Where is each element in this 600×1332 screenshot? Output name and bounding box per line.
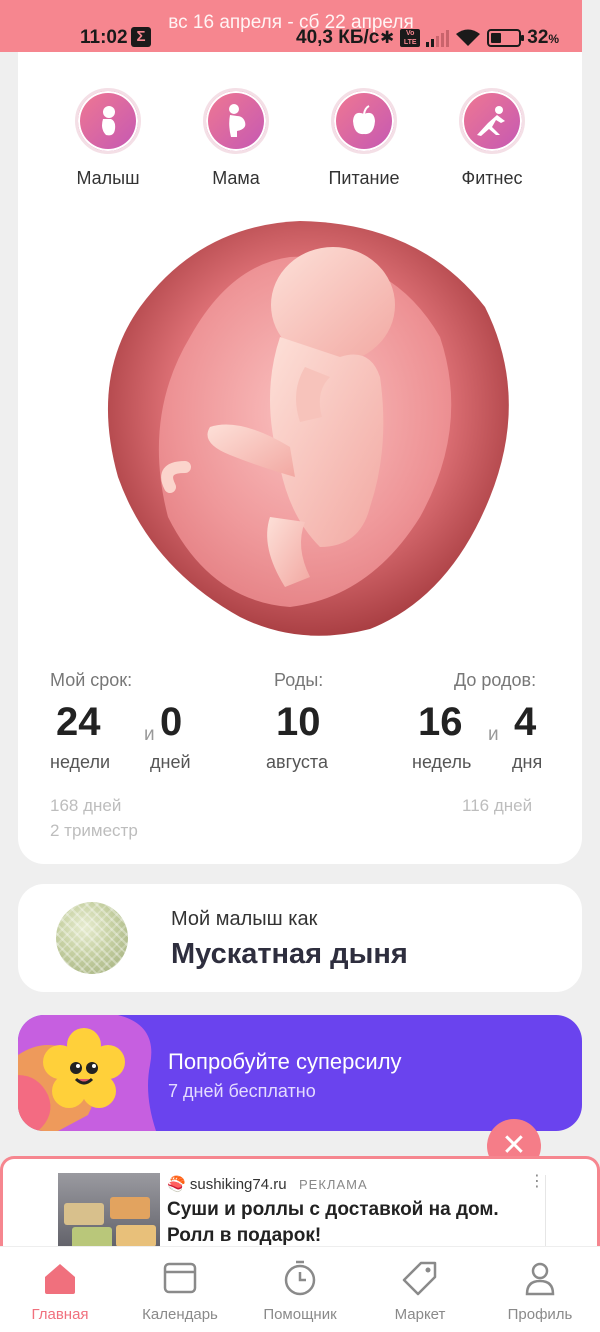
premium-promo-banner[interactable]: Попробуйте суперсилу 7 дней бесплатно — [18, 1015, 582, 1131]
baby-icon — [75, 88, 141, 154]
birth-day: 10 — [276, 700, 321, 744]
ad-image — [58, 1173, 160, 1253]
term-total-days: 168 дней — [50, 796, 122, 815]
category-label: Фитнес — [461, 168, 523, 188]
nav-calendar[interactable]: Календарь — [120, 1259, 240, 1323]
ad-headline: Суши и роллы с доставкой на дом. Ролл в … — [167, 1199, 499, 1246]
nav-label: Календарь — [142, 1306, 218, 1323]
term-days: 0 — [160, 700, 183, 744]
category-nutrition[interactable]: Питание — [314, 88, 414, 189]
pregnancy-card: Малыш Мама Питание Фитнес Мой срок: 24 и… — [18, 52, 582, 864]
remaining-weeks-unit: недель — [412, 752, 472, 772]
birth-month: августа — [266, 752, 328, 772]
ad-menu-icon[interactable]: ⋮ — [529, 1171, 545, 1191]
network-speed: 40,3 КБ/с — [296, 27, 380, 48]
term-days-unit: дней — [150, 752, 191, 772]
nav-profile[interactable]: Профиль — [480, 1259, 600, 1323]
calendar-icon — [163, 1262, 197, 1294]
profile-icon — [525, 1262, 555, 1296]
signal-icon — [426, 29, 450, 47]
bottom-navigation: Главная Календарь Помощник Маркет Профил… — [0, 1246, 600, 1332]
promo-title: Попробуйте суперсилу — [168, 1049, 402, 1074]
term-caption: Мой срок: — [50, 670, 133, 690]
baby-size-caption: Мой малыш как — [171, 908, 318, 930]
melon-image — [56, 902, 128, 974]
ad-banner[interactable]: 🍣 sushiking74.ru РЕКЛАМА ⋮ Суши и роллы … — [0, 1156, 600, 1256]
term-weeks-unit: недели — [50, 752, 111, 772]
status-bar: вс 16 апреля - сб 22 апреля 11:02 Σ 40,3… — [0, 0, 582, 52]
pregnant-icon — [203, 88, 269, 154]
fetus-illustration[interactable] — [90, 217, 510, 637]
nav-label: Главная — [31, 1306, 89, 1323]
sigma-icon: Σ — [131, 27, 151, 47]
remaining-caption: До родов: — [454, 670, 537, 690]
remaining-days: 4 — [514, 700, 537, 744]
tag-icon — [402, 1261, 437, 1296]
home-icon — [45, 1264, 75, 1294]
nav-label: Маркет — [394, 1306, 446, 1323]
category-mom[interactable]: Мама — [186, 88, 286, 189]
nav-market[interactable]: Маркет — [360, 1259, 480, 1323]
status-icons: ✱ Vo LTE 32% — [380, 27, 559, 49]
category-label: Малыш — [76, 168, 140, 188]
ad-label: РЕКЛАМА — [299, 1177, 368, 1192]
wifi-icon — [456, 29, 481, 46]
nav-label: Профиль — [507, 1306, 573, 1323]
category-baby[interactable]: Малыш — [58, 88, 158, 189]
category-label: Питание — [328, 168, 400, 188]
birth-caption: Роды: — [274, 670, 324, 690]
baby-size-fruit: Мускатная дыня — [171, 938, 408, 970]
nav-label: Помощник — [263, 1306, 337, 1323]
term-weeks: 24 — [56, 700, 101, 744]
volte-icon: Vo LTE — [400, 29, 421, 47]
battery-icon — [487, 29, 525, 47]
baby-size-card[interactable]: Мой малыш как Мускатная дыня — [18, 884, 582, 992]
nav-assistant[interactable]: Помощник — [240, 1259, 360, 1323]
category-fitness[interactable]: Фитнес — [442, 88, 542, 189]
apple-icon — [331, 88, 397, 154]
bluetooth-icon: ✱ — [380, 28, 395, 47]
flower-mascot-icon — [18, 1015, 156, 1131]
ad-divider — [545, 1175, 546, 1253]
battery-percent: 32% — [527, 27, 560, 48]
fitness-icon — [459, 88, 525, 154]
remaining-total-days: 116 дней — [462, 796, 533, 815]
promo-subtitle: 7 дней бесплатно — [168, 1081, 316, 1101]
ad-site: 🍣 sushiking74.ru — [167, 1176, 287, 1193]
trimester: 2 триместр — [50, 821, 138, 840]
remaining-conj: и — [488, 724, 499, 745]
category-label: Мама — [212, 168, 260, 188]
term-conj: и — [144, 724, 155, 745]
nav-home[interactable]: Главная — [0, 1259, 120, 1323]
remaining-days-unit: дня — [512, 752, 543, 772]
timer-icon — [284, 1260, 316, 1296]
clock: 11:02 — [80, 27, 128, 48]
remaining-weeks: 16 — [418, 700, 463, 744]
